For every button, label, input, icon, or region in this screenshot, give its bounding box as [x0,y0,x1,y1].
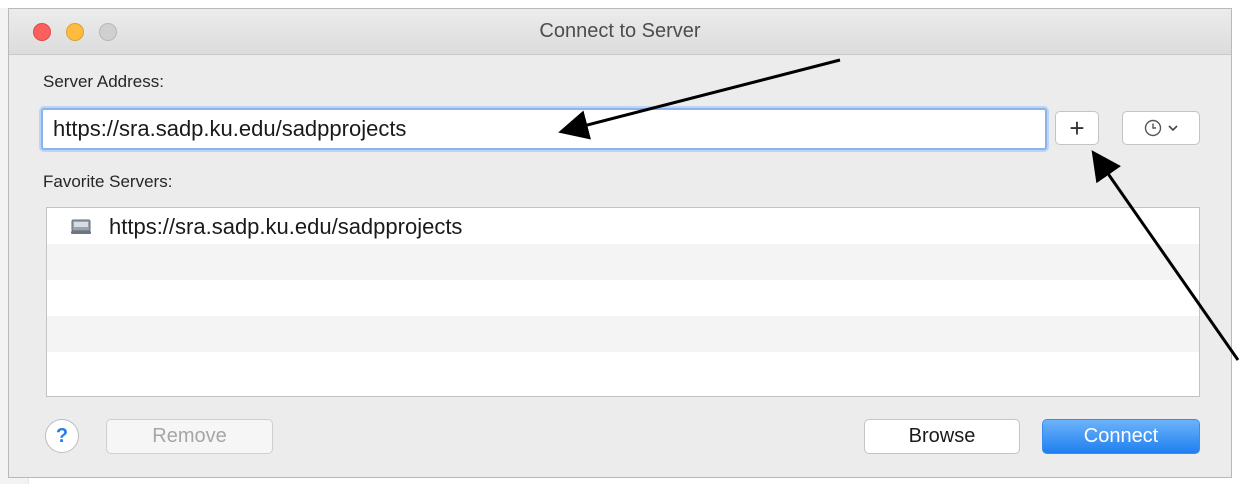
connect-to-server-dialog: Connect to Server Server Address: + Favo… [8,8,1232,478]
help-button[interactable]: ? [45,419,79,453]
empty-list-row [47,244,1199,280]
favorite-servers-label: Favorite Servers: [43,172,173,191]
plus-icon: + [1069,113,1085,143]
connect-button[interactable]: Connect [1042,419,1200,454]
window-title: Connect to Server [539,20,701,42]
list-item[interactable]: https://sra.sadp.ku.edu/sadpprojects [47,208,1199,244]
recent-servers-button[interactable] [1122,111,1200,145]
background-strip [0,0,1247,8]
add-favorite-button[interactable]: + [1055,111,1099,145]
title-bar: Connect to Server [9,9,1231,55]
clock-icon [1144,119,1162,137]
remove-button[interactable]: Remove [106,419,273,454]
browse-button[interactable]: Browse [864,419,1020,454]
empty-list-row [47,352,1199,388]
favorite-servers-list[interactable]: https://sra.sadp.ku.edu/sadpprojects [46,207,1200,397]
server-icon [71,219,91,234]
favorite-server-label: https://sra.sadp.ku.edu/sadpprojects [109,214,463,239]
server-address-label: Server Address: [43,72,164,91]
server-address-input[interactable] [41,108,1047,150]
empty-list-row [47,316,1199,352]
chevron-down-icon [1168,125,1178,132]
empty-list-row [47,280,1199,316]
help-icon: ? [55,424,69,447]
